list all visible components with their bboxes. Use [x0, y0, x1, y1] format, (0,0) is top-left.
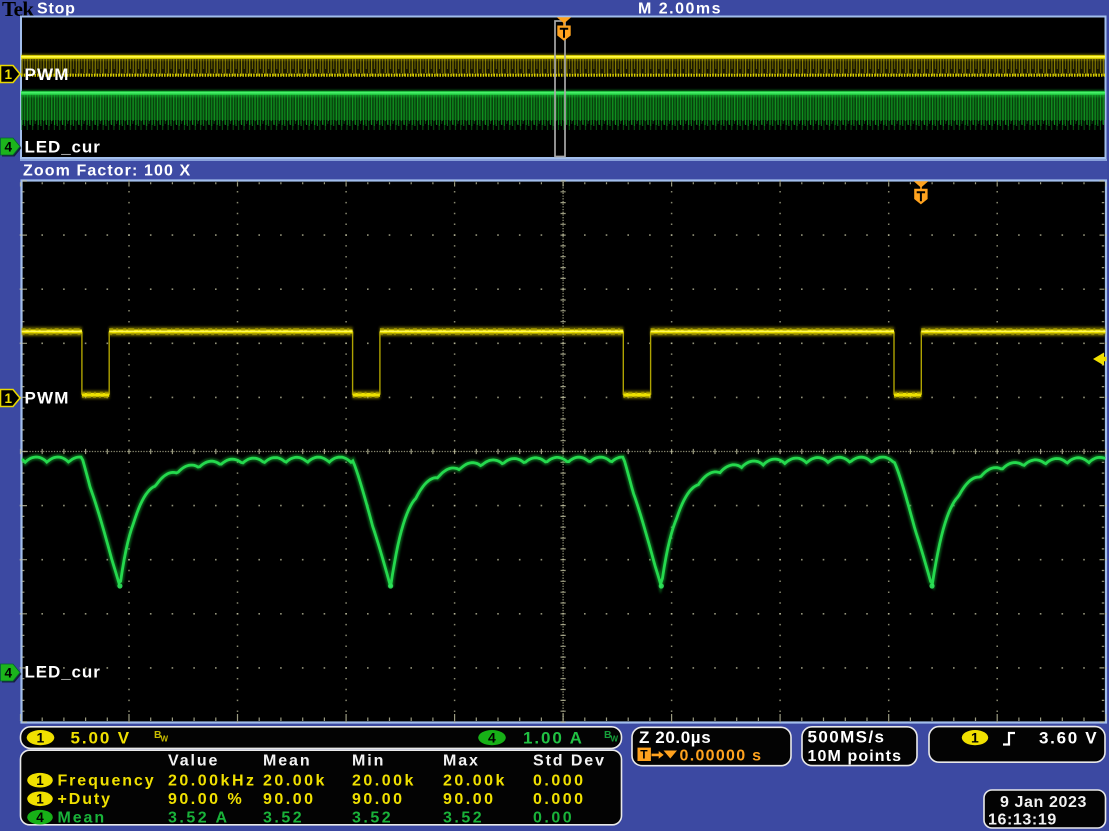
svg-text:4: 4: [5, 665, 13, 680]
svg-text:9 Jan 2023: 9 Jan 2023: [1000, 794, 1087, 811]
svg-text:3.60 V: 3.60 V: [1039, 728, 1098, 747]
svg-text:W: W: [611, 735, 619, 744]
svg-text:500MS/s: 500MS/s: [808, 728, 886, 747]
svg-text:20.00k: 20.00k: [352, 773, 416, 790]
svg-text:90.00 %: 90.00 %: [168, 791, 244, 808]
svg-text:1: 1: [37, 730, 45, 746]
svg-text:20.00k: 20.00k: [443, 773, 507, 790]
svg-text:0.00000 s: 0.00000 s: [680, 747, 763, 764]
svg-text:Std Dev: Std Dev: [533, 752, 606, 769]
svg-text:Zoom Factor: 100 X: Zoom Factor: 100 X: [23, 163, 191, 180]
svg-text:90.00: 90.00: [443, 791, 496, 808]
svg-text:0.000: 0.000: [533, 791, 586, 808]
svg-text:16:13:19: 16:13:19: [988, 812, 1057, 829]
svg-text:1: 1: [971, 730, 979, 746]
svg-text:4: 4: [488, 730, 496, 746]
svg-text:Min: Min: [352, 752, 385, 769]
svg-text:1: 1: [5, 391, 13, 406]
svg-text:M 2.00ms: M 2.00ms: [638, 1, 722, 18]
svg-text:5.00 V: 5.00 V: [71, 728, 132, 747]
svg-text:1: 1: [36, 792, 44, 807]
svg-text:PWM: PWM: [25, 65, 70, 84]
svg-text:Max: Max: [443, 752, 480, 769]
svg-text:Mean: Mean: [58, 810, 107, 827]
svg-text:+Duty: +Duty: [58, 791, 112, 808]
svg-text:0.00: 0.00: [533, 810, 574, 827]
svg-text:3.52: 3.52: [352, 810, 393, 827]
svg-text:Stop: Stop: [37, 1, 76, 18]
svg-text:LED_cur: LED_cur: [25, 138, 101, 157]
svg-text:LED_cur: LED_cur: [25, 663, 101, 682]
svg-text:4: 4: [5, 139, 13, 154]
svg-text:1: 1: [5, 67, 13, 82]
svg-text:90.00: 90.00: [263, 791, 316, 808]
svg-text:Value: Value: [168, 752, 219, 769]
svg-text:1.00 A: 1.00 A: [523, 728, 584, 747]
svg-text:4: 4: [36, 810, 44, 825]
svg-text:1: 1: [36, 773, 44, 788]
svg-text:W: W: [161, 735, 169, 744]
svg-text:3.52 A: 3.52 A: [168, 810, 230, 827]
svg-text:Z 20.0µs: Z 20.0µs: [639, 728, 711, 747]
svg-text:3.52: 3.52: [443, 810, 484, 827]
svg-text:Mean: Mean: [263, 752, 312, 769]
svg-text:PWM: PWM: [25, 389, 70, 408]
svg-text:3.52: 3.52: [263, 810, 304, 827]
svg-text:10M points: 10M points: [808, 748, 903, 765]
svg-text:Frequency: Frequency: [58, 773, 156, 790]
svg-text:T: T: [640, 748, 648, 762]
svg-text:20.00k: 20.00k: [263, 773, 327, 790]
svg-text:20.00kHz: 20.00kHz: [168, 773, 257, 790]
svg-text:0.000: 0.000: [533, 773, 586, 790]
svg-text:90.00: 90.00: [352, 791, 405, 808]
